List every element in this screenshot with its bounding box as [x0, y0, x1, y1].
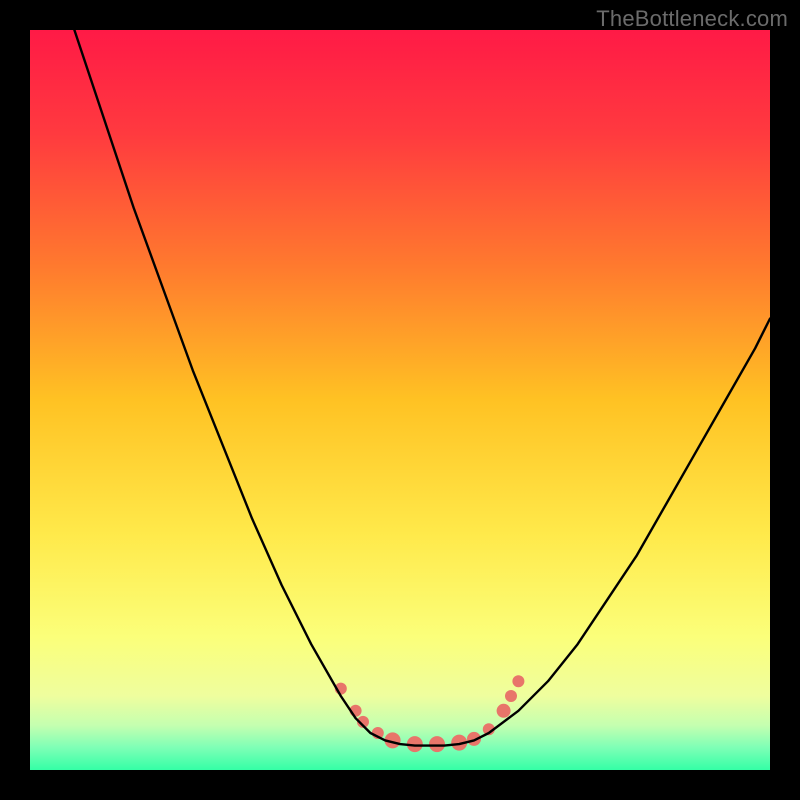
- chart-marker: [512, 675, 524, 687]
- chart-frame: TheBottleneck.com: [0, 0, 800, 800]
- watermark-text: TheBottleneck.com: [596, 6, 788, 32]
- chart-plot-area: [30, 30, 770, 770]
- chart-marker: [497, 704, 511, 718]
- chart-markers: [335, 675, 525, 752]
- chart-marker: [429, 736, 445, 752]
- chart-curve: [74, 30, 770, 746]
- chart-marker: [505, 690, 517, 702]
- chart-curve-layer: [30, 30, 770, 770]
